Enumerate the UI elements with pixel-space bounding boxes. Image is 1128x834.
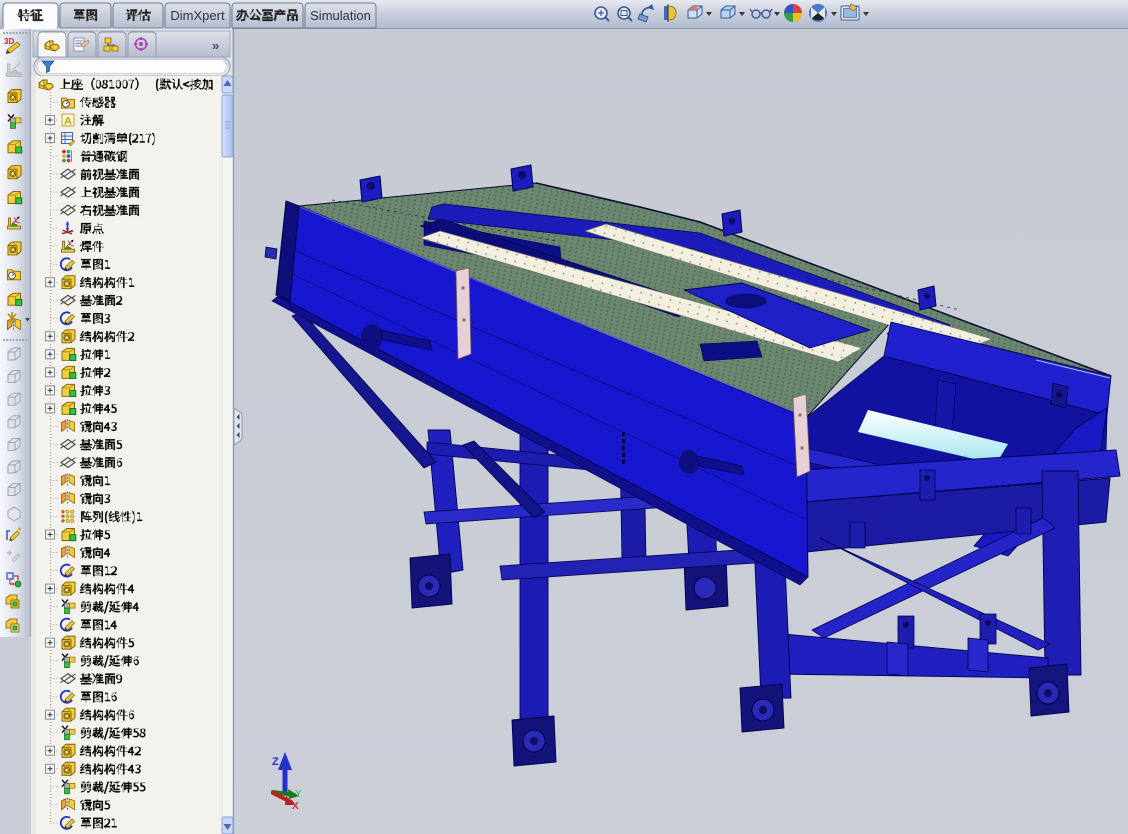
svg-text:3D: 3D (4, 37, 14, 46)
svg-text:»: » (212, 38, 219, 53)
svg-text:Simulation: Simulation (310, 8, 371, 23)
svg-text:X: X (292, 801, 299, 812)
svg-text:DimXpert: DimXpert (170, 8, 225, 23)
svg-text:Z: Z (272, 756, 279, 768)
svg-text:Y: Y (295, 789, 302, 800)
